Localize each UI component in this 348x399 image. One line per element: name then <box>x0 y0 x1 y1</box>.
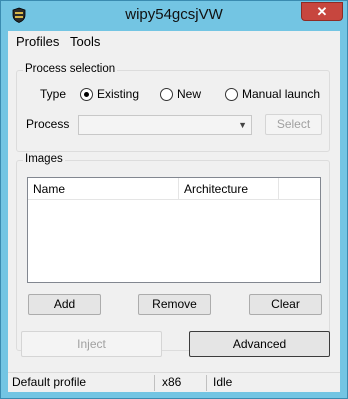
process-combo[interactable]: ▼ <box>78 115 252 135</box>
add-button-label: Add <box>53 297 76 311</box>
menu-profiles[interactable]: Profiles <box>16 34 59 49</box>
images-list[interactable]: Name Architecture <box>27 177 321 283</box>
column-header-architecture[interactable]: Architecture <box>179 178 279 200</box>
radio-new[interactable]: New <box>160 87 201 101</box>
status-bar: Default profile x86 Idle <box>8 372 340 392</box>
radio-manual-launch-indicator[interactable] <box>225 87 238 101</box>
advanced-button[interactable]: Advanced <box>189 331 330 357</box>
remove-button[interactable]: Remove <box>138 294 211 315</box>
radio-existing-indicator[interactable] <box>80 87 93 101</box>
status-state: Idle <box>213 375 233 389</box>
images-title: Images <box>23 153 65 165</box>
status-divider <box>154 375 155 391</box>
menu-tools[interactable]: Tools <box>70 34 100 49</box>
title-bar[interactable]: wipy54gcsjVW ✕ <box>1 1 347 31</box>
status-divider <box>206 375 207 391</box>
radio-existing-label: Existing <box>97 87 140 101</box>
type-label: Type <box>40 87 67 101</box>
window-title: wipy54gcsjVW <box>125 6 223 23</box>
images-list-header: Name Architecture <box>28 178 320 200</box>
close-button[interactable]: ✕ <box>301 2 343 21</box>
images-group: Images Name Architecture Add Remove Clea… <box>16 153 330 351</box>
process-selection-group: Process selection Type Existing New Manu… <box>16 63 330 152</box>
radio-manual-launch[interactable]: Manual launch <box>225 87 320 101</box>
inject-button-label: Inject <box>77 337 106 351</box>
radio-new-indicator[interactable] <box>160 87 173 101</box>
select-button-label: Select <box>276 117 311 131</box>
select-button[interactable]: Select <box>265 114 322 135</box>
process-selection-title: Process selection <box>23 63 118 75</box>
clear-button[interactable]: Clear <box>249 294 322 315</box>
clear-button-label: Clear <box>271 297 300 311</box>
close-icon: ✕ <box>316 4 328 19</box>
radio-new-label: New <box>177 87 202 101</box>
radio-manual-launch-label: Manual launch <box>242 87 321 101</box>
column-header-name[interactable]: Name <box>28 178 179 200</box>
menu-bar: Profiles Tools <box>8 31 340 52</box>
client-area: Profiles Tools Process selection Type Ex… <box>8 31 340 392</box>
status-arch: x86 <box>162 375 182 389</box>
inject-button[interactable]: Inject <box>21 331 162 357</box>
add-button[interactable]: Add <box>28 294 101 315</box>
app-window: wipy54gcsjVW ✕ Profiles Tools Process se… <box>0 0 348 399</box>
status-profile: Default profile <box>12 375 87 389</box>
remove-button-label: Remove <box>152 297 197 311</box>
advanced-button-label: Advanced <box>232 337 287 351</box>
chevron-down-icon[interactable]: ▼ <box>238 120 247 130</box>
process-label: Process <box>26 117 70 131</box>
radio-existing[interactable]: Existing <box>80 87 139 101</box>
